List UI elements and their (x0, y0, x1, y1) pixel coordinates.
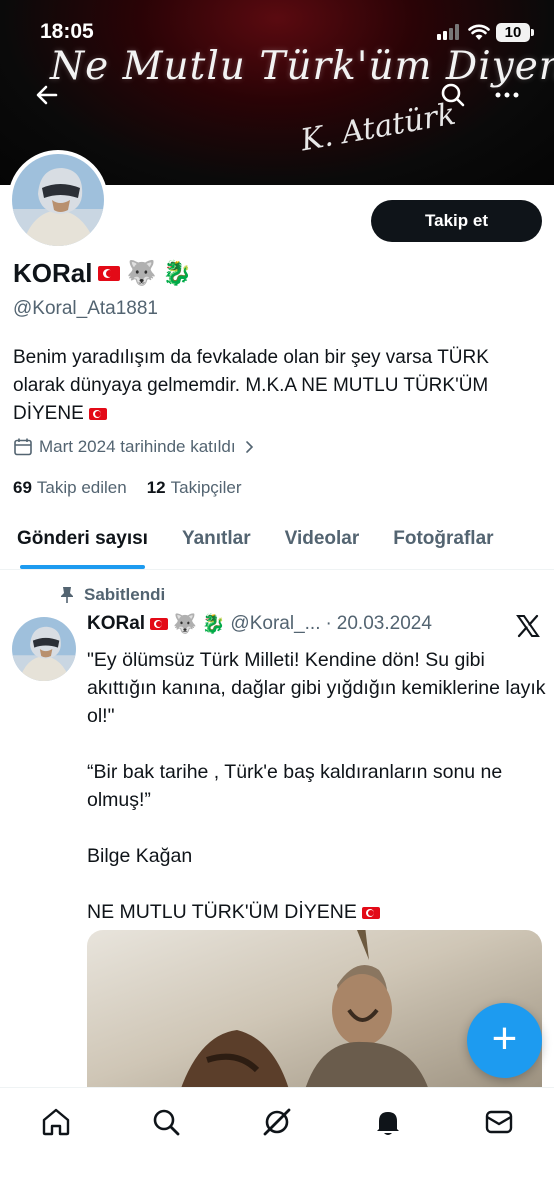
bio-text: Benim yaradılışım da fevkalade olan bir … (13, 347, 489, 424)
tab-photos[interactable]: Fotoğraflar (376, 512, 510, 569)
post-author-name[interactable]: KORal (87, 613, 145, 635)
pinned-label: Sabitlendi (84, 585, 166, 604)
chevron-right-icon (245, 441, 253, 453)
dragon-icon: 🐉 (162, 259, 193, 287)
grok-icon[interactable] (261, 1106, 293, 1138)
post-paragraph: "Ey ölümsüz Türk Milleti! Kendine dön! S… (87, 649, 546, 727)
pinned-indicator: Sabitlendi (60, 585, 165, 605)
joined-text: Mart 2024 tarihinde katıldı (39, 437, 236, 456)
post-image[interactable] (87, 930, 542, 1100)
joined-date[interactable]: Mart 2024 tarihinde katıldı (13, 437, 256, 457)
cellular-signal-icon (437, 24, 459, 40)
turkey-flag-icon (98, 266, 121, 281)
battery-indicator: 10 (496, 23, 534, 42)
followers-label: Takipçiler (170, 478, 242, 497)
explore-search-icon[interactable] (150, 1106, 182, 1138)
post-avatar[interactable] (12, 617, 76, 681)
profile-handle: @Koral_Ata1881 (13, 298, 158, 319)
avatar-image (12, 154, 104, 246)
search-icon[interactable] (436, 78, 470, 112)
tab-videos[interactable]: Videolar (268, 512, 377, 569)
post-separator: · (325, 613, 332, 634)
following-count: 69 (13, 478, 32, 497)
back-arrow-icon[interactable] (30, 78, 64, 112)
post-header: KORal 🐺 🐉 @Koral_... · 20.03.2024 (87, 613, 432, 635)
turkey-flag-icon (89, 407, 108, 420)
wifi-icon (468, 24, 490, 40)
followers-link[interactable]: 12 Takipçiler (147, 478, 242, 498)
messages-envelope-icon[interactable] (483, 1106, 515, 1138)
warrior-painting (177, 930, 432, 1100)
tab-posts[interactable]: Gönderi sayısı (0, 512, 165, 569)
turkey-flag-icon (362, 906, 381, 919)
home-icon[interactable] (40, 1106, 72, 1138)
avatar-image (12, 617, 76, 681)
status-bar: 18:05 10 (0, 0, 554, 60)
profile-tabs: Gönderi sayısı Yanıtlar Videolar Fotoğra… (0, 512, 554, 570)
wolf-icon: 🐺 (173, 613, 197, 635)
post-paragraph: “Bir bak tarihe , Türk'e baş kaldıranlar… (87, 761, 503, 811)
turkey-flag-icon (150, 618, 169, 630)
calendar-icon (14, 438, 32, 456)
follow-button[interactable]: Takip et (371, 200, 542, 242)
post-paragraph: Bilge Kağan (87, 845, 193, 867)
more-options-icon[interactable] (490, 78, 524, 112)
follow-stats: 69 Takip edilen 12 Takipçiler (13, 478, 241, 498)
display-name: KORal 🐺 🐉 (13, 258, 192, 289)
tab-replies[interactable]: Yanıtlar (165, 512, 268, 569)
dragon-icon: 🐉 (201, 613, 226, 635)
wolf-icon: 🐺 (126, 259, 157, 287)
bottom-navigation (0, 1087, 554, 1199)
post-body[interactable]: "Ey ölümsüz Türk Milleti! Kendine dön! S… (87, 646, 547, 954)
display-name-text: KORal (13, 258, 93, 288)
notifications-bell-icon[interactable] (372, 1106, 404, 1138)
post-paragraph-text: NE MUTLU TÜRK'ÜM DİYENE (87, 901, 357, 923)
following-label: Takip edilen (36, 478, 127, 497)
compose-post-button[interactable]: + (467, 1003, 542, 1078)
post-paragraph-last: NE MUTLU TÜRK'ÜM DİYENE (87, 898, 547, 926)
pin-icon (61, 587, 73, 603)
profile-avatar[interactable] (8, 150, 108, 250)
following-link[interactable]: 69 Takip edilen (13, 478, 127, 498)
post-date[interactable]: 20.03.2024 (337, 613, 432, 635)
followers-count: 12 (146, 478, 166, 497)
x-logo-icon[interactable] (515, 613, 541, 639)
post-author-handle[interactable]: @Koral_... (230, 613, 320, 635)
profile-bio: Benim yaradılışım da fevkalade olan bir … (13, 344, 543, 428)
banner-signature: K. Atatürk (298, 96, 459, 159)
status-time: 18:05 (40, 20, 94, 43)
